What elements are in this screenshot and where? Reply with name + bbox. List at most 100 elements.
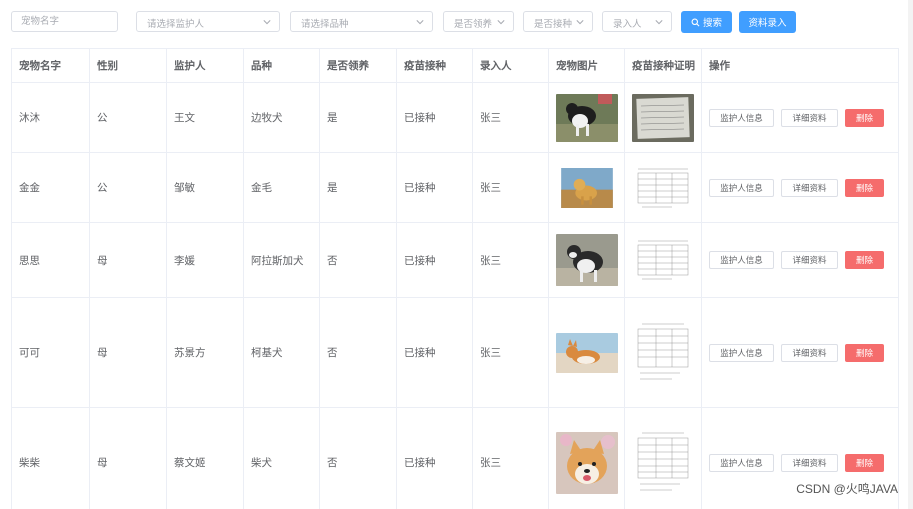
details-button[interactable]: 详细资料 <box>781 108 838 127</box>
breed-select[interactable]: 请选择品种 <box>290 11 433 32</box>
search-icon <box>691 18 700 26</box>
pet-name-cell: 可可 <box>12 298 90 407</box>
details-button[interactable]: 详细资料 <box>781 251 838 269</box>
vaccine-cert-cell <box>625 298 702 407</box>
header-vaccine-cert: 疫苗接种证明 <box>625 49 702 82</box>
vaccine-cell: 已接种 <box>397 298 473 407</box>
header-gender: 性别 <box>90 49 167 82</box>
details-button[interactable]: 详细资料 <box>781 178 838 197</box>
table-row: 思思 母 李媛 阿拉斯加犬 否 已接种 张三 监护人信息 详细资料 删除 <box>12 223 899 298</box>
pet-image-cell <box>549 298 625 407</box>
pet-image-cell <box>549 153 625 222</box>
actions-cell: 监护人信息 详细资料 删除 <box>702 83 899 152</box>
delete-button[interactable]: 删除 <box>845 453 884 472</box>
pet-photo[interactable] <box>556 93 618 142</box>
pet-name-cell: 金金 <box>12 153 90 222</box>
guardian-cell: 王文 <box>167 83 244 152</box>
recorder-cell: 张三 <box>473 408 549 509</box>
pet-photo[interactable] <box>556 332 618 373</box>
table-row: 柴柴 母 蔡文姬 柴犬 否 已接种 张三 监护人信息 详细资料 删除 <box>12 408 899 509</box>
pet-photo[interactable] <box>556 167 618 208</box>
create-record-button[interactable]: 资料录入 <box>739 11 796 33</box>
adopt-select-placeholder: 是否领养 <box>454 19 493 30</box>
pet-name-cell: 思思 <box>12 223 90 297</box>
actions-cell: 监护人信息 详细资料 删除 <box>702 223 899 297</box>
vaccine-certificate-image[interactable] <box>632 163 694 212</box>
vaccine-certificate-image[interactable] <box>632 236 694 284</box>
pet-table: 宠物名字 性别 监护人 品种 是否领养 疫苗接种 录入人 宠物图片 疫苗接种证明… <box>11 48 899 509</box>
table-row: 可可 母 苏景方 柯基犬 否 已接种 张三 监护人信息 详细资料 删除 <box>12 298 899 408</box>
vaccine-certificate-image[interactable] <box>632 93 694 142</box>
create-record-button-label: 资料录入 <box>748 18 787 29</box>
header-actions: 操作 <box>702 49 899 82</box>
header-vaccine: 疫苗接种 <box>397 49 473 82</box>
vaccine-select[interactable]: 是否接种 <box>523 11 593 32</box>
vaccine-cell: 已接种 <box>397 408 473 509</box>
recorder-cell: 张三 <box>473 298 549 407</box>
search-button[interactable]: 搜索 <box>681 11 732 33</box>
vaccine-cell: 已接种 <box>397 153 473 222</box>
delete-button[interactable]: 删除 <box>845 108 884 127</box>
actions-cell: 监护人信息 详细资料 删除 <box>702 153 899 222</box>
guardian-cell: 邹敏 <box>167 153 244 222</box>
vaccine-cell: 已接种 <box>397 223 473 297</box>
gender-cell: 公 <box>90 83 167 152</box>
guardian-info-button[interactable]: 监护人信息 <box>709 343 774 362</box>
delete-button[interactable]: 删除 <box>845 178 884 197</box>
adopted-cell: 否 <box>320 223 397 297</box>
vaccine-select-placeholder: 是否接种 <box>534 19 573 30</box>
guardian-info-button[interactable]: 监护人信息 <box>709 453 774 472</box>
gender-cell: 母 <box>90 298 167 407</box>
breed-cell: 柯基犬 <box>244 298 320 407</box>
pet-image-cell <box>549 408 625 509</box>
pet-name-cell: 沐沐 <box>12 83 90 152</box>
chevron-down-icon <box>263 20 271 25</box>
actions-cell: 监护人信息 详细资料 删除 <box>702 298 899 407</box>
header-adopted: 是否领养 <box>320 49 397 82</box>
pet-photo[interactable] <box>556 234 618 286</box>
breed-cell: 金毛 <box>244 153 320 222</box>
vaccine-cell: 已接种 <box>397 83 473 152</box>
pet-image-cell <box>549 223 625 297</box>
breed-select-placeholder: 请选择品种 <box>301 19 349 30</box>
vaccine-certificate-image[interactable] <box>632 318 694 387</box>
pet-name-input[interactable] <box>12 12 117 31</box>
adopted-cell: 是 <box>320 153 397 222</box>
vaccine-cert-cell <box>625 153 702 222</box>
vaccine-cert-cell <box>625 408 702 509</box>
delete-button[interactable]: 删除 <box>845 251 884 269</box>
breed-cell: 柴犬 <box>244 408 320 509</box>
guardian-select[interactable]: 请选择监护人 <box>136 11 280 32</box>
chevron-down-icon <box>576 20 584 25</box>
guardian-cell: 李媛 <box>167 223 244 297</box>
watermark: CSDN @火鸣JAVA <box>796 482 898 496</box>
recorder-select-placeholder: 录入人 <box>613 19 642 30</box>
recorder-select[interactable]: 录入人 <box>602 11 672 32</box>
table-row: 金金 公 邹敏 金毛 是 已接种 张三 监护人信息 详细资料 删除 <box>12 153 899 223</box>
recorder-cell: 张三 <box>473 83 549 152</box>
vaccine-cert-cell <box>625 223 702 297</box>
details-button[interactable]: 详细资料 <box>781 453 838 472</box>
header-pet-image: 宠物图片 <box>549 49 625 82</box>
table-header-row: 宠物名字 性别 监护人 品种 是否领养 疫苗接种 录入人 宠物图片 疫苗接种证明… <box>12 49 899 83</box>
guardian-info-button[interactable]: 监护人信息 <box>709 108 774 127</box>
page-scrollbar[interactable] <box>908 0 913 509</box>
search-button-label: 搜索 <box>702 18 722 29</box>
delete-button[interactable]: 删除 <box>845 343 884 362</box>
breed-cell: 阿拉斯加犬 <box>244 223 320 297</box>
adopted-cell: 否 <box>320 408 397 509</box>
header-pet-name: 宠物名字 <box>12 49 90 82</box>
adopt-select[interactable]: 是否领养 <box>443 11 514 32</box>
header-guardian: 监护人 <box>167 49 244 82</box>
guardian-select-placeholder: 请选择监护人 <box>147 19 205 30</box>
pet-photo[interactable] <box>556 431 618 494</box>
chevron-down-icon <box>497 20 505 25</box>
details-button[interactable]: 详细资料 <box>781 343 838 362</box>
pet-name-input-wrap[interactable] <box>11 11 118 32</box>
pet-image-cell <box>549 83 625 152</box>
adopted-cell: 是 <box>320 83 397 152</box>
header-recorder: 录入人 <box>473 49 549 82</box>
vaccine-certificate-image[interactable] <box>632 427 694 498</box>
guardian-info-button[interactable]: 监护人信息 <box>709 251 774 269</box>
guardian-info-button[interactable]: 监护人信息 <box>709 178 774 197</box>
